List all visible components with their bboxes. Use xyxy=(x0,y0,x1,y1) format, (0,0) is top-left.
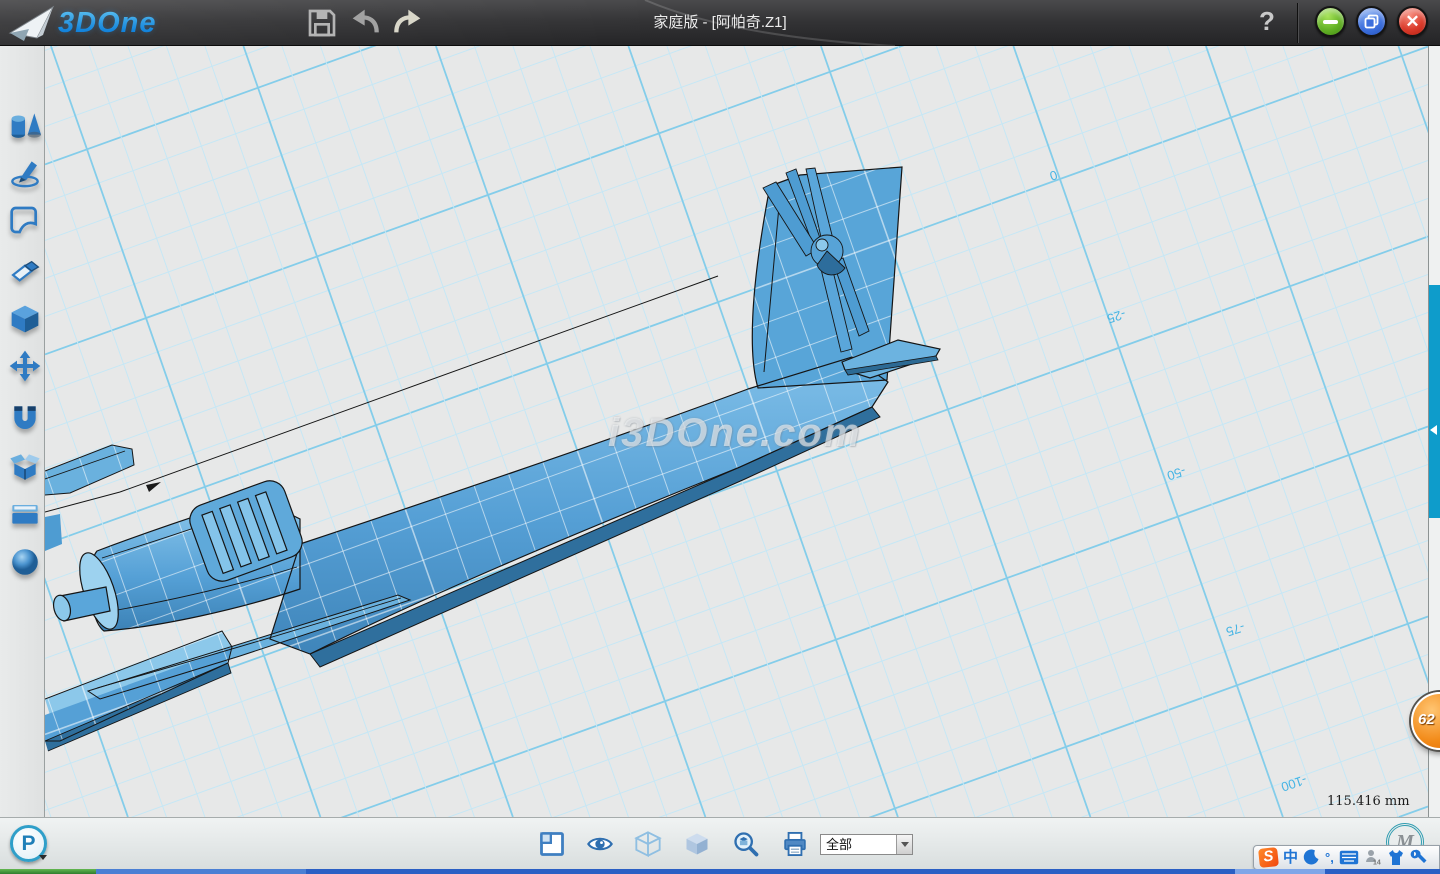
primitive-solids-icon[interactable] xyxy=(9,108,41,140)
moon-icon[interactable] xyxy=(1303,849,1320,866)
ime-toolbar[interactable]: S 中 °, 14 xyxy=(1253,845,1440,870)
save-icon[interactable] xyxy=(306,7,338,39)
magnet-icon[interactable] xyxy=(9,401,41,433)
eraser-icon[interactable] xyxy=(9,255,41,287)
chinese-mode-icon[interactable]: 中 xyxy=(1283,850,1298,865)
solid-cube-icon[interactable] xyxy=(9,303,41,335)
p-dropdown-caret[interactable] xyxy=(39,855,47,860)
bottom-toolbar: P 全部 xyxy=(0,817,1440,869)
base-plane-icon[interactable] xyxy=(538,830,566,858)
user-count-icon[interactable]: 14 xyxy=(1364,849,1382,866)
restore-button[interactable] xyxy=(1356,6,1387,37)
display-filter-dropdown[interactable]: 全部 xyxy=(820,834,913,855)
minimize-button[interactable] xyxy=(1315,6,1346,37)
brand-text: 3DOne xyxy=(58,7,156,40)
shaded-cube-icon[interactable] xyxy=(683,830,711,858)
helicopter-model[interactable] xyxy=(45,167,902,751)
close-button[interactable]: ✕ xyxy=(1397,6,1428,37)
keyboard-icon[interactable] xyxy=(1339,850,1359,865)
app-logo: 3DOne xyxy=(6,3,186,43)
undo-icon[interactable] xyxy=(350,7,382,39)
os-taskbar-sliver[interactable] xyxy=(0,869,1440,874)
skin-shirt-icon[interactable] xyxy=(1387,849,1405,866)
toolbox-drawer-icon[interactable] xyxy=(9,497,41,529)
punctuation-icon[interactable]: °, xyxy=(1325,851,1334,864)
restore-icon xyxy=(1364,14,1379,29)
move-arrows-icon[interactable] xyxy=(9,350,41,382)
print-icon[interactable] xyxy=(781,830,809,858)
redo-icon[interactable] xyxy=(391,7,423,39)
filter-selected-value: 全部 xyxy=(821,835,896,854)
dropdown-arrow-button[interactable] xyxy=(896,835,912,854)
help-button[interactable]: ? xyxy=(1252,6,1282,40)
paper-plane-icon xyxy=(6,3,58,43)
surface-sheet-icon[interactable] xyxy=(9,204,41,236)
render-sphere-icon[interactable] xyxy=(9,546,41,578)
titlebar-swoosh xyxy=(0,0,1440,46)
wireframe-cube-icon[interactable] xyxy=(634,830,662,858)
viewport-canvas[interactable]: i3DOne.com 0 -25 -50 -75 -100 115.416 mm xyxy=(45,46,1428,817)
assembly-box-icon[interactable] xyxy=(9,449,41,481)
visibility-eye-icon[interactable] xyxy=(586,830,614,858)
sogou-logo-icon[interactable]: S xyxy=(1258,847,1279,868)
titlebar-separator xyxy=(1297,3,1299,43)
left-toolbar xyxy=(0,46,45,817)
chevron-down-icon xyxy=(901,842,909,847)
svg-text:14: 14 xyxy=(1373,860,1381,867)
title-bar: 3DOne 家庭版 - [阿帕奇.Z1] ? ✕ xyxy=(0,0,1440,46)
chevron-left-icon xyxy=(1430,425,1437,435)
panel-expand-tab[interactable] xyxy=(1429,285,1440,518)
zoom-search-icon[interactable] xyxy=(732,830,760,858)
settings-wrench-icon[interactable] xyxy=(1410,849,1427,866)
sketch-pencil-icon[interactable] xyxy=(9,156,41,188)
